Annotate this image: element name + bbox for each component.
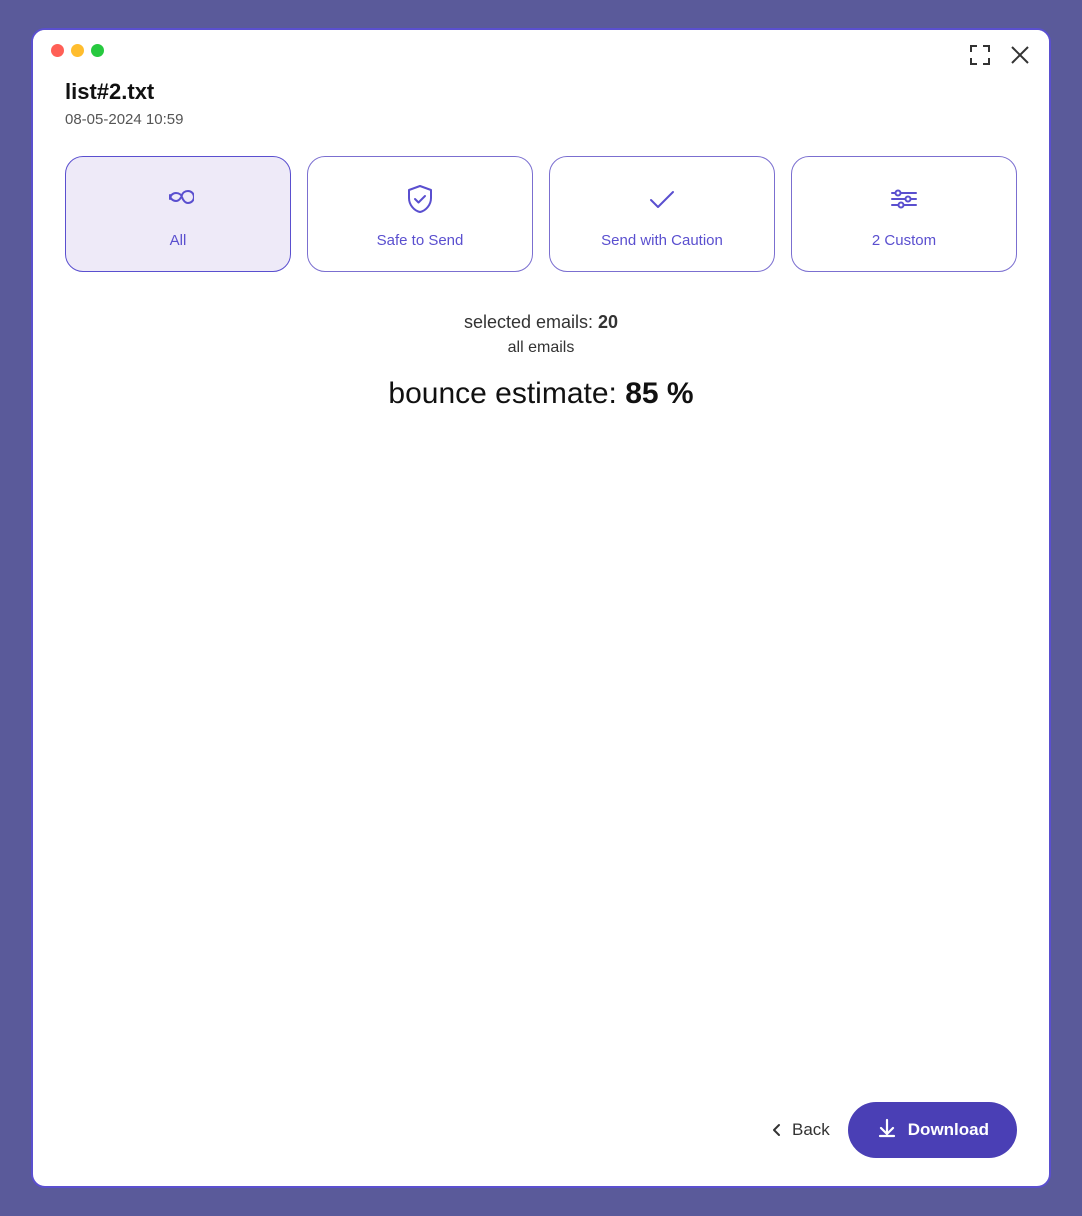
bottom-bar: Back Download: [33, 1082, 1049, 1186]
bounce-label: bounce estimate:: [388, 377, 616, 410]
back-button[interactable]: Back: [770, 1120, 830, 1140]
all-emails-text: all emails: [508, 339, 575, 357]
traffic-light-red[interactable]: [51, 44, 64, 57]
download-button[interactable]: Download: [848, 1102, 1017, 1158]
traffic-light-green[interactable]: [91, 44, 104, 57]
bounce-value: 85 %: [625, 377, 693, 410]
filter-card-all-label: All: [170, 232, 187, 249]
file-date: 08-05-2024 10:59: [65, 111, 1017, 128]
download-icon: [876, 1116, 898, 1144]
stats-section: selected emails: 20 all emails bounce es…: [65, 312, 1017, 411]
filter-card-custom[interactable]: 2 Custom: [791, 156, 1017, 272]
file-title: list#2.txt: [65, 79, 1017, 105]
filter-card-safe-label: Safe to Send: [377, 232, 464, 249]
sliders-icon: [888, 183, 920, 220]
infinity-icon: [162, 183, 194, 220]
selected-emails-text: selected emails: 20: [464, 312, 618, 333]
back-chevron-icon: [770, 1123, 784, 1137]
selected-label: selected emails:: [464, 312, 593, 332]
shield-check-icon: [404, 183, 436, 220]
filter-card-caution[interactable]: Send with Caution: [549, 156, 775, 272]
download-label: Download: [908, 1120, 989, 1140]
check-icon: [646, 183, 678, 220]
close-icon[interactable]: [1009, 44, 1031, 66]
title-bar: [33, 30, 1049, 63]
app-window: list#2.txt 08-05-2024 10:59 All: [31, 28, 1051, 1188]
traffic-lights: [51, 44, 104, 57]
filter-card-all[interactable]: All: [65, 156, 291, 272]
filter-card-safe[interactable]: Safe to Send: [307, 156, 533, 272]
filter-cards: All Safe to Send Send: [65, 156, 1017, 272]
main-content: list#2.txt 08-05-2024 10:59 All: [33, 63, 1049, 1082]
bounce-estimate-text: bounce estimate: 85 %: [388, 377, 693, 411]
back-label: Back: [792, 1120, 830, 1140]
filter-card-caution-label: Send with Caution: [601, 232, 723, 249]
traffic-light-yellow[interactable]: [71, 44, 84, 57]
expand-icon[interactable]: [969, 44, 991, 66]
filter-card-custom-label: 2 Custom: [872, 232, 936, 249]
selected-count: 20: [598, 312, 618, 332]
window-controls-right: [969, 44, 1031, 66]
